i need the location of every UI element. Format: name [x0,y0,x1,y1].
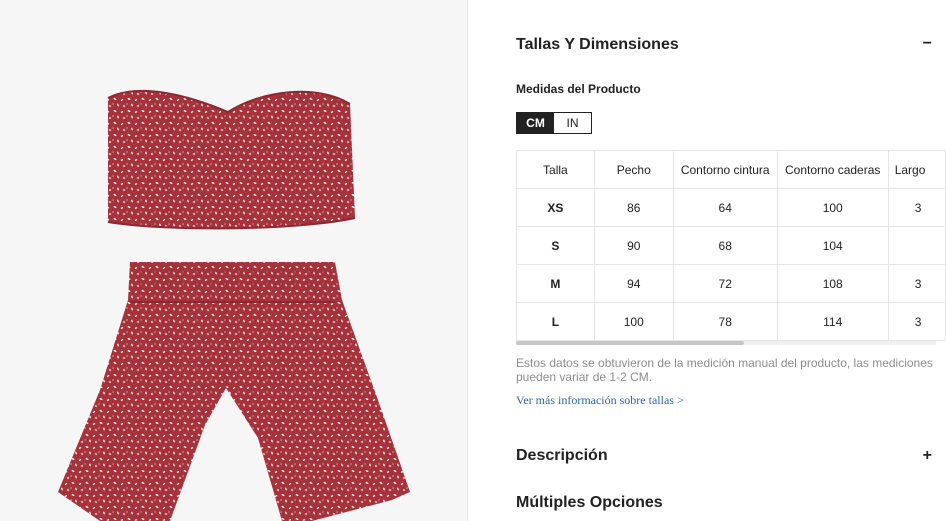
col-header-waist: Contorno cintura [672,150,778,189]
measurement-note: Estos datos se obtuvieron de la medición… [516,356,933,384]
size-table-scroll[interactable]: Talla Pecho Contorno cintura Contorno ca… [516,150,946,346]
length-cell [887,226,946,265]
sizes-section-title[interactable]: Tallas Y Dimensiones [516,36,679,54]
size-cell: L [516,302,595,341]
table-row: M 94 72 108 3 [516,264,946,303]
table-row: S 90 68 104 [516,226,946,265]
hips-cell: 108 [776,264,889,303]
col-header-length: Largo [887,150,946,189]
description-section-title[interactable]: Descripción [516,447,608,465]
length-cell: 3 [887,302,946,341]
panel-divider [467,0,468,521]
table-header-row: Talla Pecho Contorno cintura Contorno ca… [516,150,946,189]
size-table: Talla Pecho Contorno cintura Contorno ca… [516,150,946,341]
waist-cell: 72 [672,264,778,303]
size-info-link[interactable]: Ver más información sobre tallas > [516,393,684,408]
product-details-panel: Tallas Y Dimensiones − Medidas del Produ… [516,0,946,521]
options-section-title[interactable]: Múltiples Opciones [516,494,663,512]
col-header-size: Talla [516,150,595,189]
product-image[interactable] [0,0,467,521]
product-illustration [58,89,410,521]
bandeau-top [108,90,355,229]
unit-in-button[interactable]: IN [554,113,591,133]
size-cell: S [516,226,595,265]
waist-cell: 78 [672,302,778,341]
col-header-hips: Contorno caderas [776,150,889,189]
collapse-icon[interactable]: − [923,35,932,53]
waist-cell: 64 [672,188,778,227]
bust-cell: 90 [593,226,674,265]
length-cell: 3 [887,188,946,227]
measurements-subtitle: Medidas del Producto [516,82,641,96]
length-cell: 3 [887,264,946,303]
col-header-bust: Pecho [593,150,674,189]
waist-cell: 68 [672,226,778,265]
expand-icon[interactable]: + [923,447,932,465]
bust-cell: 100 [593,302,674,341]
hips-cell: 104 [776,226,889,265]
hips-cell: 100 [776,188,889,227]
unit-cm-button[interactable]: CM [517,113,554,133]
hips-cell: 114 [776,302,889,341]
bust-cell: 94 [593,264,674,303]
table-row: XS 86 64 100 3 [516,188,946,227]
table-scrollbar-thumb[interactable] [516,341,744,345]
table-row: L 100 78 114 3 [516,302,946,341]
bust-cell: 86 [593,188,674,227]
size-cell: M [516,264,595,303]
size-cell: XS [516,188,595,227]
unit-switch: CM IN [516,112,592,134]
